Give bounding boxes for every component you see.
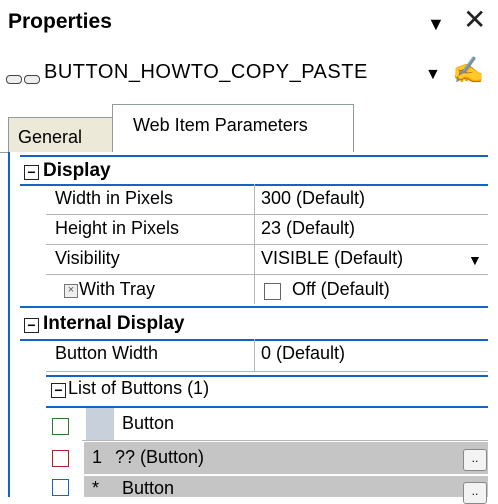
panel-title: Properties xyxy=(8,10,112,33)
new-row-edit-button[interactable]: .. xyxy=(463,482,487,504)
divider xyxy=(46,375,488,377)
tray-checkbox[interactable] xyxy=(264,283,281,300)
prop-visibility-value[interactable]: VISIBLE (Default) xyxy=(261,248,403,269)
divider xyxy=(20,306,488,308)
close-icon[interactable]: ✕ xyxy=(463,6,486,34)
dropdown-arrow-icon[interactable]: ▼ xyxy=(427,14,445,35)
prop-button-width-value[interactable]: 0 (Default) xyxy=(261,343,345,364)
object-dropdown-icon[interactable]: ▼ xyxy=(425,66,441,84)
list-of-buttons-label: List of Buttons (1) xyxy=(68,378,210,398)
divider xyxy=(82,440,488,441)
new-row-label: Button xyxy=(122,478,175,498)
remove-row-icon[interactable] xyxy=(52,450,69,467)
tab-web-item-parameters-label: Web Item Parameters xyxy=(133,115,308,135)
tab-web-item-parameters[interactable]: Web Item Parameters xyxy=(112,104,354,154)
prop-height-value[interactable]: 23 (Default) xyxy=(261,218,355,239)
prop-tray-label: With Tray xyxy=(79,279,156,299)
tray-toggle-icon[interactable]: × xyxy=(64,284,78,298)
group-display-header: Display xyxy=(43,160,111,181)
edit-brush-icon[interactable]: ✍ xyxy=(452,55,484,86)
prop-button-width-label: Button Width xyxy=(55,343,159,363)
row-index: 1 xyxy=(92,447,103,467)
prop-visibility-label: Visibility xyxy=(55,248,120,268)
row-header-cell xyxy=(86,408,114,440)
tab-general-label: General xyxy=(18,127,83,147)
divider xyxy=(46,244,488,245)
divider xyxy=(20,155,488,157)
tab-general[interactable]: General xyxy=(8,117,113,154)
move-up-icon[interactable] xyxy=(52,479,69,496)
collapse-list-icon[interactable]: − xyxy=(51,383,66,398)
scrollbar[interactable] xyxy=(488,152,498,497)
column-button-header: Button xyxy=(122,413,175,433)
prop-width-value[interactable]: 300 (Default) xyxy=(261,188,365,209)
collapse-internal-icon[interactable]: − xyxy=(24,318,39,333)
divider xyxy=(46,274,488,275)
divider xyxy=(46,371,488,372)
prop-width-label: Width in Pixels xyxy=(55,188,174,208)
link-icon xyxy=(6,68,42,84)
column-divider xyxy=(254,339,255,371)
column-divider xyxy=(254,184,255,304)
object-name: BUTTON_HOWTO_COPY_PASTE xyxy=(44,61,368,83)
group-internal-header: Internal Display xyxy=(43,313,185,334)
collapse-display-icon[interactable]: − xyxy=(24,165,39,180)
new-row-marker: * xyxy=(92,478,100,498)
divider xyxy=(46,214,488,215)
prop-tray-value: Off (Default) xyxy=(292,279,390,299)
row-edit-button[interactable]: .. xyxy=(463,449,487,471)
add-row-icon[interactable] xyxy=(52,418,69,435)
prop-height-label: Height in Pixels xyxy=(55,218,180,238)
visibility-dropdown-icon[interactable]: ▼ xyxy=(468,252,482,268)
row-button-label: ?? (Button) xyxy=(115,447,205,467)
